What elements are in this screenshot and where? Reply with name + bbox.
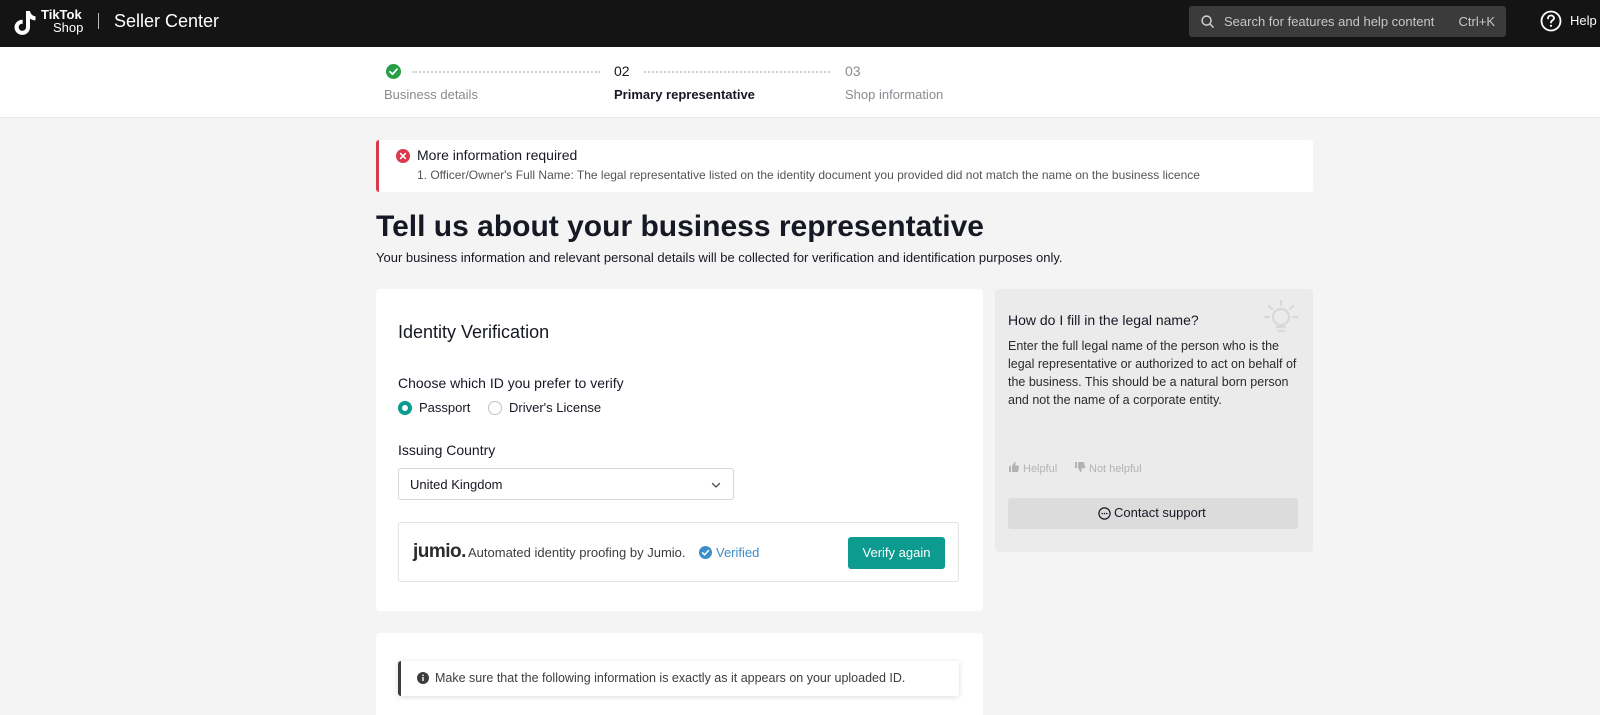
radio-label: Driver's License	[509, 400, 602, 415]
card-title: Identity Verification	[398, 322, 550, 342]
alert-message: 1. Officer/Owner's Full Name: The legal …	[417, 168, 1200, 182]
step-label: Primary representative	[614, 87, 755, 102]
app-title: Seller Center	[114, 11, 220, 31]
issuing-country-label: Issuing Country	[398, 442, 496, 458]
not-helpful-label: Not helpful	[1089, 463, 1142, 475]
issuing-country-select[interactable]: United Kingdom	[398, 468, 734, 500]
help-button[interactable]: Help	[1540, 10, 1600, 32]
radio-button[interactable]	[398, 401, 412, 415]
chevron-down-icon	[711, 482, 721, 488]
progress-stepper: Business details 02 Primary representati…	[0, 47, 1600, 118]
lightbulb-icon	[1263, 299, 1299, 333]
contact-support-label: Contact support	[1114, 505, 1206, 520]
jumio-verification-box: jumio. Automated identity proofing by Ju…	[398, 522, 959, 582]
page-subtitle: Your business information and relevant p…	[376, 250, 1063, 265]
error-alert: More information required 1. Officer/Own…	[376, 140, 1313, 192]
search-icon	[1201, 15, 1214, 28]
step-label: Business details	[384, 87, 478, 102]
not-helpful-button[interactable]: Not helpful	[1074, 461, 1142, 476]
notice-text: Make sure that the following information…	[435, 671, 906, 685]
chat-bubble-icon	[1098, 507, 1111, 520]
search-bar[interactable]: Search for features and help content Ctr…	[1189, 6, 1506, 37]
id-type-label: Choose which ID you prefer to verify	[398, 375, 624, 391]
verified-check-icon	[699, 546, 712, 559]
radio-label: Passport	[419, 400, 471, 415]
contact-support-button[interactable]: Contact support	[1008, 498, 1298, 529]
step-label: Shop information	[845, 87, 944, 102]
helpful-label: Helpful	[1023, 463, 1058, 475]
identity-verification-card: Identity Verification Choose which ID yo…	[376, 289, 983, 611]
id-details-card: Make sure that the following information…	[376, 633, 983, 715]
error-icon	[396, 149, 410, 163]
alert-title: More information required	[417, 147, 578, 163]
help-panel-title: How do I fill in the legal name?	[1008, 312, 1199, 328]
step-number: 03	[845, 63, 861, 79]
check-circle-icon	[386, 64, 401, 79]
logo-text-shop: Shop	[53, 20, 84, 35]
jumio-description: Automated identity proofing by Jumio.	[468, 545, 686, 560]
page-title: Tell us about your business representati…	[376, 210, 984, 243]
select-value: United Kingdom	[410, 477, 503, 492]
tiktok-logo-icon	[14, 11, 36, 35]
help-panel: How do I fill in the legal name? Enter t…	[995, 289, 1313, 552]
verify-again-button[interactable]: Verify again	[848, 537, 945, 569]
help-label: Help	[1570, 13, 1597, 28]
search-shortcut: Ctrl+K	[1458, 14, 1495, 29]
info-icon	[417, 672, 429, 684]
thumbs-down-icon	[1075, 462, 1086, 472]
header-divider	[98, 13, 99, 29]
helpful-button[interactable]: Helpful	[1008, 461, 1057, 476]
verified-status: Verified	[716, 545, 760, 560]
step-connector	[412, 71, 600, 73]
step-number: 02	[614, 63, 630, 79]
tiktok-shop-logo[interactable]: TikTok Shop	[13, 8, 89, 38]
info-notice: Make sure that the following information…	[398, 661, 959, 696]
search-placeholder: Search for features and help content	[1224, 14, 1435, 29]
radio-button[interactable]	[488, 401, 502, 415]
help-icon	[1540, 10, 1562, 32]
help-panel-body: Enter the full legal name of the person …	[1008, 339, 1297, 407]
step-connector	[644, 71, 830, 73]
thumbs-up-icon	[1009, 462, 1020, 472]
top-bar: TikTok Shop Seller Center Search for fea…	[0, 0, 1600, 47]
jumio-logo: jumio.	[413, 541, 466, 562]
